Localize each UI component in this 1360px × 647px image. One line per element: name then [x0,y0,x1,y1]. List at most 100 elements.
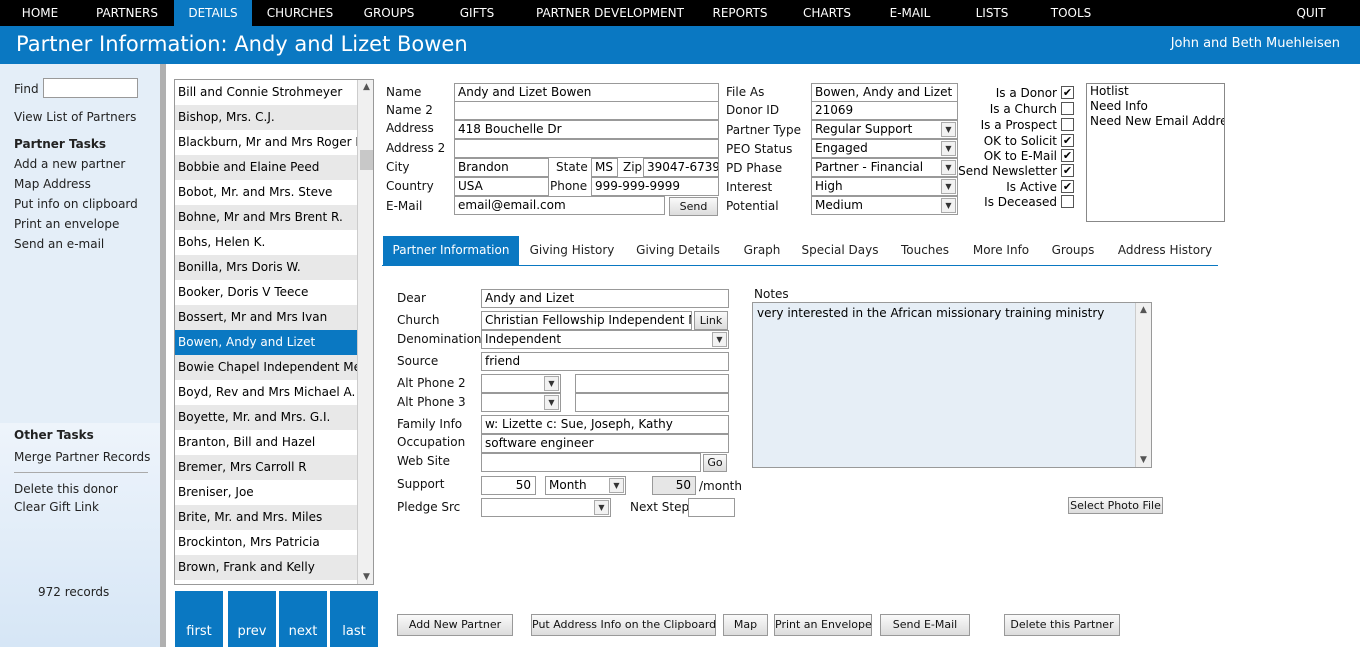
notes-textarea[interactable]: very interested in the African missionar… [752,302,1152,468]
web-site-go-button[interactable]: Go [703,454,727,472]
chevron-down-icon[interactable]: ▼ [544,395,559,410]
view-list-link[interactable]: View List of Partners [14,110,136,124]
list-item[interactable]: Bremer, Mrs Carroll R [175,455,357,480]
is-prospect-checkbox[interactable] [1061,118,1074,131]
occupation-field[interactable]: software engineer [481,434,729,453]
church-link-button[interactable]: Link [694,311,728,330]
nav-churches[interactable]: CHURCHES [258,0,342,26]
is-active-checkbox[interactable]: ✔ [1061,180,1074,193]
scroll-down-icon[interactable]: ▼ [358,570,373,584]
add-partner-link[interactable]: Add a new partner [14,157,125,171]
scroll-down-icon[interactable]: ▼ [1136,453,1151,467]
print-envelope-link[interactable]: Print an envelope [14,217,119,231]
state-field[interactable]: MS [591,158,618,177]
tab-giving-history[interactable]: Giving History [522,236,622,265]
list-scrollbar[interactable]: ▲ ▼ [357,80,373,584]
donor-id-field[interactable]: 21069 [811,101,958,120]
list-item[interactable]: Booker, Doris V Teece [175,280,357,305]
list-item[interactable]: Bossert, Mr and Mrs Ivan [175,305,357,330]
send-email-button[interactable]: Send E-Mail [880,614,970,636]
partner-type-select[interactable]: Regular Support ▼ [811,120,958,139]
list-item[interactable]: Brite, Mr. and Mrs. Miles [175,505,357,530]
hotlist-item[interactable]: Need Info [1087,99,1224,114]
select-photo-button[interactable]: Select Photo File [1068,497,1163,514]
pd-phase-select[interactable]: Partner - Financial ▼ [811,158,958,177]
chevron-down-icon[interactable]: ▼ [941,198,956,213]
hotlist-item[interactable]: Hotlist [1087,84,1224,99]
scroll-thumb[interactable] [360,150,373,170]
list-item[interactable]: Brown, Frank and Kelly [175,555,357,580]
alt-phone3-type-select[interactable]: ▼ [481,393,561,412]
chevron-down-icon[interactable]: ▼ [594,500,609,515]
list-item[interactable]: Boyd, Rev and Mrs Michael A. [175,380,357,405]
nav-gifts[interactable]: GIFTS [448,0,506,26]
list-item[interactable]: Bohs, Helen K. [175,230,357,255]
map-address-link[interactable]: Map Address [14,177,91,191]
family-info-field[interactable]: w: Lizette c: Sue, Joseph, Kathy [481,415,729,434]
chevron-down-icon[interactable]: ▼ [544,376,559,391]
support-period-select[interactable]: Month ▼ [545,476,626,495]
chevron-down-icon[interactable]: ▼ [941,179,956,194]
send-newsletter-checkbox[interactable]: ✔ [1061,164,1074,177]
hotlist-item[interactable]: Need New Email Address [1087,114,1224,129]
dear-field[interactable]: Andy and Lizet [481,289,729,308]
nav-quit[interactable]: QUIT [1286,0,1336,26]
nav-lists[interactable]: LISTS [966,0,1018,26]
print-envelope-button[interactable]: Print an Envelope [774,614,872,636]
chevron-down-icon[interactable]: ▼ [941,141,956,156]
next-button[interactable]: next [279,591,327,647]
tab-partner-information[interactable]: Partner Information [383,236,519,265]
ok-to-email-checkbox[interactable]: ✔ [1061,149,1074,162]
list-item[interactable]: Blackburn, Mr and Mrs Roger D [175,130,357,155]
nav-partner-development[interactable]: PARTNER DEVELOPMENT [530,0,690,26]
church-field[interactable]: Christian Fellowship Independent Me [481,311,692,330]
send-email-button[interactable]: Send [669,197,718,216]
list-item[interactable]: Bobbie and Elaine Peed [175,155,357,180]
nav-reports[interactable]: REPORTS [704,0,776,26]
chevron-down-icon[interactable]: ▼ [712,332,727,347]
list-item[interactable]: Bonilla, Mrs Doris W. [175,255,357,280]
list-item[interactable]: Bohne, Mr and Mrs Brent R. [175,205,357,230]
notes-scrollbar[interactable]: ▲ ▼ [1135,303,1151,467]
peo-status-select[interactable]: Engaged ▼ [811,139,958,158]
delete-donor-link[interactable]: Delete this donor [14,482,118,496]
name-field[interactable]: Andy and Lizet Bowen [454,83,719,102]
city-field[interactable]: Brandon [454,158,549,177]
country-field[interactable]: USA [454,177,549,196]
tab-giving-details[interactable]: Giving Details [630,236,726,265]
web-site-field[interactable] [481,453,701,472]
list-item[interactable]: Bishop, Mrs. C.J. [175,105,357,130]
alt-phone2-type-select[interactable]: ▼ [481,374,561,393]
email-field[interactable]: email@email.com [454,196,665,215]
list-item[interactable]: Bowie Chapel Independent Met [175,355,357,380]
last-button[interactable]: last [330,591,378,647]
address2-field[interactable] [454,139,719,158]
add-new-partner-button[interactable]: Add New Partner [397,614,513,636]
list-item[interactable]: Bobot, Mr. and Mrs. Steve [175,180,357,205]
merge-records-link[interactable]: Merge Partner Records [14,450,150,464]
hotlist-listbox[interactable]: Hotlist Need Info Need New Email Address [1086,83,1225,222]
find-input[interactable] [43,78,138,98]
send-email-link[interactable]: Send an e-mail [14,237,104,251]
potential-select[interactable]: Medium ▼ [811,196,958,215]
address-field[interactable]: 418 Bouchelle Dr [454,120,719,139]
list-item[interactable]: Boyette, Mr. and Mrs. G.I. [175,405,357,430]
map-button[interactable]: Map [723,614,768,636]
nav-groups[interactable]: GROUPS [354,0,424,26]
nav-email[interactable]: E-MAIL [882,0,938,26]
tab-special-days[interactable]: Special Days [796,236,884,265]
clear-gift-link[interactable]: Clear Gift Link [14,500,99,514]
delete-partner-button[interactable]: Delete this Partner [1004,614,1120,636]
clipboard-button[interactable]: Put Address Info on the Clipboard [531,614,716,636]
list-item[interactable]: Breniser, Joe [175,480,357,505]
list-item[interactable]: Branton, Bill and Hazel [175,430,357,455]
chevron-down-icon[interactable]: ▼ [609,478,624,493]
file-as-field[interactable]: Bowen, Andy and Lizet [811,83,958,102]
first-button[interactable]: first [175,591,223,647]
phone-field[interactable]: 999-999-9999 [591,177,719,196]
is-deceased-checkbox[interactable] [1061,195,1074,208]
source-field[interactable]: friend [481,352,729,371]
tab-groups[interactable]: Groups [1046,236,1100,265]
tab-graph[interactable]: Graph [738,236,786,265]
support-amount-field[interactable]: 50 [481,476,536,495]
